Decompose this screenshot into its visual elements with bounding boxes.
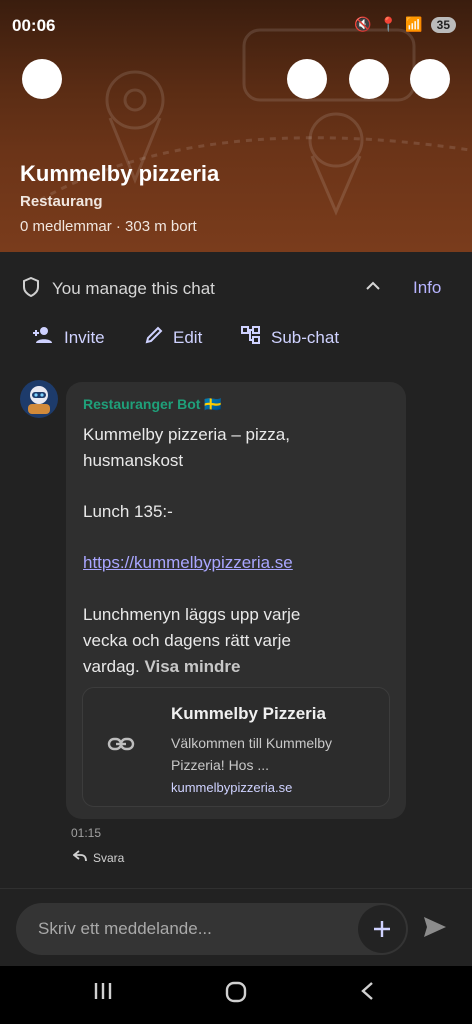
- show-less-link[interactable]: Visa mindre: [144, 657, 240, 676]
- message-line: Kummelby pizzeria – pizza,: [83, 425, 290, 444]
- preview-description: Välkommen till Kummelby Pizzeria! Hos ..…: [171, 735, 333, 773]
- add-person-icon: [32, 326, 54, 349]
- manage-row: You manage this chat Info: [0, 252, 472, 320]
- chat-header: 00:06 🔇 📍 📶 35 Kummelby pizzeria Restaur…: [0, 0, 472, 252]
- preview-url: kummelbypizzeria.se: [171, 780, 293, 795]
- message-time: 01:15: [71, 826, 102, 840]
- reply-button[interactable]: Svara: [72, 850, 125, 865]
- edit-label: Edit: [173, 327, 203, 347]
- link-preview-card[interactable]: Kummelby Pizzeria Välkommen till Kummelb…: [82, 687, 390, 807]
- status-time: 00:06: [12, 16, 56, 35]
- plus-icon: [374, 921, 390, 937]
- message-link[interactable]: https://kummelbypizzeria.se: [83, 553, 293, 572]
- invite-label: Invite: [64, 327, 105, 347]
- message-input[interactable]: Skriv ett meddelande...: [16, 903, 408, 955]
- wifi-icon: 📶: [405, 16, 423, 32]
- mute-icon: 🔇: [354, 16, 372, 32]
- send-icon: [424, 917, 446, 937]
- composer: Skriv ett meddelande...: [0, 888, 472, 966]
- status-icons: 🔇 📍 📶 35: [354, 16, 456, 33]
- message-input-placeholder: Skriv ett meddelande...: [38, 919, 212, 938]
- system-nav-bar: [0, 966, 472, 1024]
- chat-actions: Invite Edit Sub-chat: [0, 320, 472, 360]
- manage-text: You manage this chat: [52, 279, 215, 298]
- chat-title: Kummelby pizzeria: [20, 161, 220, 186]
- edit-button[interactable]: Edit: [145, 326, 202, 349]
- invite-button[interactable]: Invite: [32, 326, 105, 349]
- back-nav-icon[interactable]: [358, 980, 376, 1007]
- recents-icon[interactable]: [92, 980, 114, 1007]
- header-action-button-3[interactable]: [410, 59, 450, 99]
- header-action-button-2[interactable]: [349, 59, 389, 99]
- back-button[interactable]: [22, 59, 62, 99]
- bot-avatar[interactable]: [20, 380, 58, 418]
- subchat-label: Sub-chat: [271, 327, 340, 347]
- chevron-up-icon[interactable]: [364, 279, 382, 298]
- message-link-row: https://kummelbypizzeria.se: [83, 550, 293, 576]
- subchat-button[interactable]: Sub-chat: [241, 326, 339, 349]
- attach-button[interactable]: [358, 905, 406, 953]
- pencil-icon: [145, 326, 163, 349]
- shield-icon: [22, 276, 40, 302]
- home-icon[interactable]: [224, 980, 248, 1009]
- info-button[interactable]: Info: [413, 278, 441, 298]
- chat-category: Restaurang: [20, 193, 103, 210]
- header-action-button-1[interactable]: [287, 59, 327, 99]
- battery-indicator: 35: [430, 16, 456, 33]
- reply-label: Svara: [93, 850, 125, 865]
- send-button[interactable]: [422, 915, 448, 944]
- status-bar: 00:06 🔇 📍 📶 35: [0, 0, 472, 52]
- reply-icon: [72, 850, 87, 865]
- message-line-last: vardag. Visa mindre: [83, 654, 241, 680]
- location-icon: 📍: [379, 16, 398, 32]
- link-icon: [107, 736, 135, 757]
- message-sender[interactable]: Restauranger Bot 🇸🇪: [83, 396, 222, 413]
- preview-title: Kummelby Pizzeria: [171, 704, 326, 723]
- message-line: Lunchmenyn läggs upp varje: [83, 605, 301, 624]
- message-text: vardag.: [83, 657, 140, 676]
- message-line: husmanskost: [83, 451, 184, 470]
- chat-meta: 0 medlemmar · 303 m bort: [20, 218, 197, 235]
- message-line: vecka och dagens rätt varje: [83, 631, 291, 650]
- hierarchy-icon: [241, 326, 261, 349]
- message-line: Lunch 135:-: [83, 502, 173, 521]
